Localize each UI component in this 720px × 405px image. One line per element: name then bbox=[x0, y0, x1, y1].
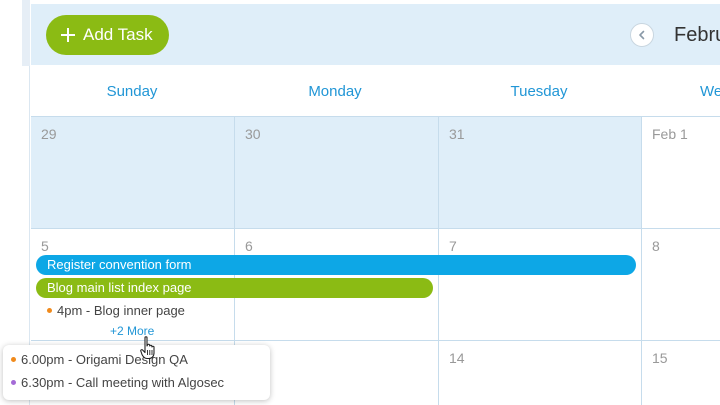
date-number: 31 bbox=[449, 126, 465, 142]
day-header-wednesday: We bbox=[700, 83, 720, 100]
plus-icon bbox=[61, 28, 75, 42]
day-header-sunday: Sunday bbox=[106, 83, 158, 100]
day-cell[interactable]: Feb 1 bbox=[642, 117, 720, 229]
popover-event[interactable]: 6.30pm - Call meeting with Algosec bbox=[11, 375, 224, 390]
popover-event[interactable]: 6.00pm - Origami Design QA bbox=[11, 352, 188, 367]
event-dot bbox=[11, 380, 16, 386]
day-header-monday: Monday bbox=[308, 83, 362, 100]
prev-month-button[interactable] bbox=[630, 23, 654, 47]
event-text: 4pm - Blog inner page bbox=[57, 303, 185, 318]
chevron-left-icon bbox=[639, 30, 645, 40]
date-number: 7 bbox=[449, 238, 457, 254]
day-cell[interactable]: 8 bbox=[642, 229, 720, 341]
more-events-popover: 6.00pm - Origami Design QA 6.30pm - Call… bbox=[3, 345, 270, 400]
date-number: 15 bbox=[652, 350, 668, 366]
date-number: 14 bbox=[449, 350, 465, 366]
add-task-button[interactable]: Add Task bbox=[46, 15, 169, 55]
toolbar: Add Task Febru bbox=[31, 4, 720, 65]
hand-pointer-icon bbox=[140, 336, 155, 360]
event-dot bbox=[11, 357, 16, 363]
day-cell[interactable]: 31 bbox=[439, 117, 642, 229]
day-cell[interactable]: 7 bbox=[439, 229, 642, 341]
day-header-tuesday: Tuesday bbox=[510, 83, 568, 100]
month-title: Febru bbox=[674, 24, 720, 46]
event-register-convention[interactable]: Register convention form bbox=[36, 255, 636, 275]
date-number: 29 bbox=[41, 126, 57, 142]
day-cell[interactable]: 15 bbox=[642, 341, 720, 405]
date-number: 5 bbox=[41, 238, 49, 254]
day-cell[interactable]: 29 bbox=[31, 117, 235, 229]
rail-tab bbox=[22, 0, 30, 66]
date-number: Feb 1 bbox=[652, 126, 688, 142]
event-dot bbox=[47, 308, 52, 314]
day-cell[interactable]: 30 bbox=[235, 117, 439, 229]
date-number: 6 bbox=[245, 238, 253, 254]
event-blog-main-list[interactable]: Blog main list index page bbox=[36, 278, 433, 298]
day-header-row: Sunday Monday Tuesday We bbox=[31, 65, 720, 117]
date-number: 8 bbox=[652, 238, 660, 254]
event-text: 6.30pm - Call meeting with Algosec bbox=[21, 375, 225, 390]
event-blog-inner-page[interactable]: 4pm - Blog inner page bbox=[47, 303, 185, 318]
day-cell[interactable]: 14 bbox=[439, 341, 642, 405]
add-task-label: Add Task bbox=[83, 25, 153, 44]
event-text: 6.00pm - Origami Design QA bbox=[21, 352, 188, 367]
date-number: 30 bbox=[245, 126, 261, 142]
